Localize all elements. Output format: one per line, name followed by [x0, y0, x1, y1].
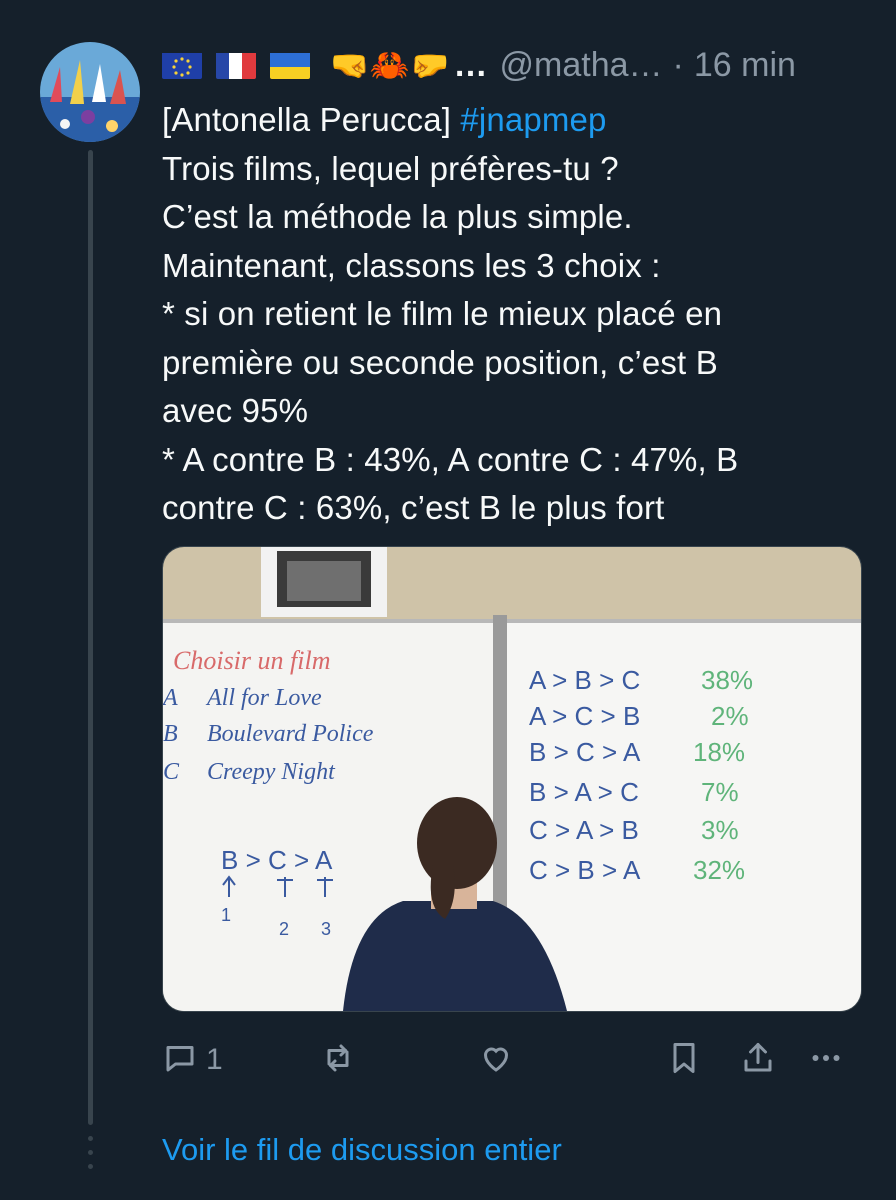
tweet-photo[interactable]: Choisir un film A All for Love B Bouleva…: [162, 546, 862, 1012]
thread-dots: [88, 1136, 93, 1178]
tweet-line-1: [Antonella Perucca] #jnapmep: [162, 96, 862, 145]
name-ellipsis: …: [453, 45, 488, 84]
board-position-3: 3: [321, 919, 331, 939]
share-button[interactable]: [740, 1030, 776, 1090]
more-button[interactable]: [808, 1030, 844, 1090]
tweet-line-8: * A contre B : 43%, A contre C : 47%, B: [162, 440, 739, 478]
board-result-pct-4: 7%: [701, 777, 739, 807]
tweet-line-2: Trois films, lequel préfères-tu ?: [162, 149, 619, 187]
board-result-pct-5: 3%: [701, 815, 739, 845]
france-flag-icon: [216, 51, 256, 79]
handle[interactable]: @matha…: [500, 46, 663, 85]
share-icon: [740, 1040, 776, 1081]
board-result-order-6: C > B > A: [529, 855, 641, 885]
ukraine-flag-icon: [270, 51, 310, 79]
board-film-title-a: All for Love: [205, 685, 322, 711]
reply-button[interactable]: 1: [162, 1030, 223, 1090]
board-film-title-c: Creepy Night: [207, 759, 336, 785]
board-result-pct-2: 2%: [711, 701, 749, 731]
board-result-order-2: A > C > B: [529, 701, 640, 731]
tweet-header: 🤜🦀🤛 … @matha… · 16 min: [162, 40, 882, 90]
retweet-button[interactable]: [320, 1030, 356, 1090]
more-icon: [808, 1040, 844, 1081]
avatar[interactable]: [40, 42, 140, 142]
board-film-letter-c: C: [163, 759, 180, 785]
board-position-2: 2: [279, 919, 289, 939]
board-result-order-1: A > B > C: [529, 665, 640, 695]
tweet-text: [Antonella Perucca] #jnapmep Trois films…: [162, 96, 862, 533]
like-icon: [478, 1040, 514, 1081]
tweet-line-6: première ou seconde position, c’est B: [162, 343, 718, 381]
reply-count: 1: [206, 1043, 223, 1076]
hashtag-link[interactable]: #jnapmep: [460, 101, 606, 138]
retweet-icon: [320, 1040, 356, 1081]
tweet-line-9: contre C : 63%, c’est B le plus fort: [162, 489, 665, 526]
view-thread-link[interactable]: Voir le fil de discussion entier: [162, 1132, 562, 1168]
bookmark-icon: [666, 1040, 702, 1081]
author-credit: [Antonella Perucca]: [162, 101, 461, 138]
tweet-actions: 1: [162, 1030, 862, 1090]
timestamp[interactable]: 16 min: [694, 46, 796, 85]
board-film-title-b: Boulevard Police: [207, 721, 374, 747]
tweet-line-3: C’est la méthode la plus simple.: [162, 198, 633, 235]
tweet-line-7: avec 95%: [162, 392, 309, 429]
board-left-title: Choisir un film: [173, 646, 330, 675]
tweet-line-5: * si on retient le film le mieux placé e…: [162, 295, 723, 332]
board-film-letter-b: B: [163, 721, 178, 747]
thread-line: [88, 150, 93, 1125]
emoji-run: 🤜🦀🤛: [330, 47, 450, 83]
board-result-order-5: C > A > B: [529, 815, 639, 845]
board-result-pct-3: 18%: [693, 737, 745, 767]
like-button[interactable]: [478, 1030, 514, 1090]
board-result-pct-6: 32%: [693, 855, 745, 885]
board-position-1: 1: [221, 905, 231, 925]
tweet-line-4: Maintenant, classons les 3 choix :: [162, 246, 661, 284]
reply-icon: [162, 1040, 198, 1081]
board-result-pct-1: 38%: [701, 665, 753, 695]
eu-flag-icon: [162, 51, 202, 79]
separator-dot: ·: [672, 45, 684, 84]
whiteboard-photo: Choisir un film A All for Love B Bouleva…: [163, 547, 861, 1011]
board-ranking: B > C > A: [221, 845, 333, 875]
board-result-order-3: B > C > A: [529, 737, 641, 767]
board-result-order-4: B > A > C: [529, 777, 639, 807]
bookmark-button[interactable]: [666, 1030, 702, 1090]
board-film-letter-a: A: [163, 685, 178, 711]
